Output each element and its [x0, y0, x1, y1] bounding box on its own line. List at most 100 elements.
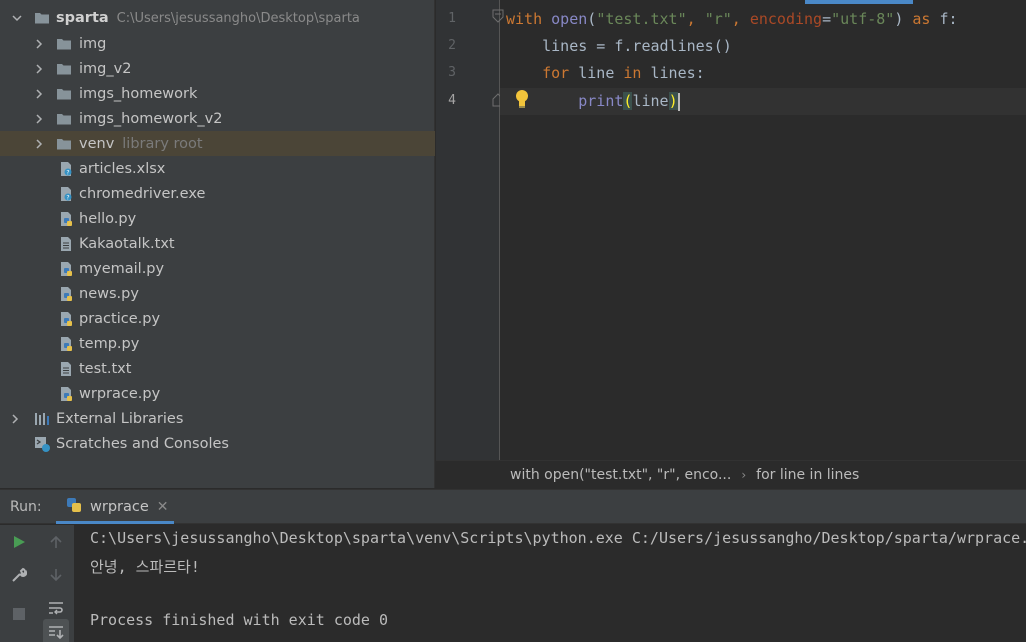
string-literal: "utf-8" [831, 10, 895, 28]
code-text: f: [930, 10, 958, 28]
library-root-hint: library root [122, 135, 203, 152]
tree-folder-label: imgs_homework_v2 [79, 110, 223, 127]
python-file-icon [58, 336, 74, 352]
chevron-right-icon[interactable] [32, 137, 46, 151]
unknown-file-icon: ? [58, 186, 74, 202]
fold-marker-icon[interactable] [492, 9, 504, 27]
tree-file-wrprace[interactable]: wrprace.py [0, 381, 435, 406]
run-header: Run: wrprace ✕ [0, 490, 1026, 524]
comma: , [686, 10, 705, 28]
code-line-1[interactable]: with open("test.txt", "r", encoding="utf… [506, 6, 958, 33]
editor-gutter: 1 2 3 4 [436, 0, 504, 460]
tree-root-path: C:\Users\jesussangho\Desktop\sparta [116, 10, 360, 26]
close-icon[interactable]: ✕ [157, 499, 169, 515]
code-line-2[interactable]: lines = f.readlines() [506, 33, 732, 60]
tree-file-practice[interactable]: practice.py [0, 306, 435, 331]
code-text: line [569, 64, 624, 82]
chevron-right-icon[interactable] [32, 62, 46, 76]
tree-external-libraries-label: External Libraries [56, 410, 184, 427]
param-name: encoding [749, 10, 823, 28]
rerun-icon[interactable] [6, 529, 32, 555]
tree-folder-imgs-homework-v2[interactable]: imgs_homework_v2 [0, 106, 435, 131]
project-tool-window: sparta C:\Users\jesussangho\Desktop\spart… [0, 0, 435, 488]
scratches-icon [34, 436, 50, 452]
scroll-to-end-icon[interactable] [43, 619, 69, 642]
tree-file-label: chromedriver.exe [79, 185, 206, 202]
wrench-icon[interactable] [6, 562, 32, 588]
folder-icon [56, 86, 72, 102]
active-tab-indicator [805, 0, 913, 4]
tree-scratches-consoles[interactable]: Scratches and Consoles [0, 431, 435, 456]
console-line: 안녕, 스파르타! [90, 558, 200, 576]
tree-folder-imgs-homework[interactable]: imgs_homework [0, 81, 435, 106]
tree-folder-img[interactable]: img [0, 31, 435, 56]
tree-file-kakaotalk[interactable]: Kakaotalk.txt [0, 231, 435, 256]
builtin-print: print [578, 92, 624, 110]
python-file-icon [58, 286, 74, 302]
tree-file-articles[interactable]: ? articles.xlsx [0, 156, 435, 181]
code-line-4[interactable]: print(line) [506, 88, 680, 115]
line-number: 1 [448, 11, 456, 26]
tree-file-label: test.txt [79, 360, 132, 377]
chevron-right-icon[interactable] [32, 37, 46, 51]
string-literal: "r" [704, 10, 732, 28]
tree-file-label: wrprace.py [79, 385, 161, 402]
arrow-up-icon[interactable] [43, 529, 69, 555]
line-number: 2 [448, 38, 456, 53]
tree-file-temp[interactable]: temp.py [0, 331, 435, 356]
run-tool-window: Run: wrprace ✕ C:\Users\jesussangho\Desk… [0, 489, 1026, 642]
python-file-icon [58, 311, 74, 327]
tree-root-label: sparta [56, 9, 109, 26]
chevron-right-icon[interactable] [8, 412, 22, 426]
tree-file-label: practice.py [79, 310, 161, 327]
tree-file-label: news.py [79, 285, 139, 302]
python-icon [66, 497, 82, 517]
chevron-right-icon[interactable] [32, 87, 46, 101]
line-number-current: 4 [448, 93, 456, 108]
tree-file-chromedriver[interactable]: ? chromedriver.exe [0, 181, 435, 206]
chevron-right-icon[interactable] [32, 112, 46, 126]
kw-with: with [506, 10, 543, 28]
run-title: Run: [10, 499, 42, 515]
matched-paren: ) [668, 92, 678, 110]
line-number: 3 [448, 65, 456, 80]
stop-icon[interactable] [6, 601, 32, 627]
tree-file-label: Kakaotalk.txt [79, 235, 175, 252]
chevron-right-icon: › [741, 467, 747, 482]
code-text: line [632, 92, 669, 110]
tree-file-label: temp.py [79, 335, 140, 352]
kw-for: for [542, 64, 570, 82]
console-line: Process finished with exit code 0 [90, 611, 389, 629]
tree-folder-label: img [79, 35, 107, 52]
tree-file-myemail[interactable]: myemail.py [0, 256, 435, 281]
tree-file-news[interactable]: news.py [0, 281, 435, 306]
folder-icon [56, 111, 72, 127]
code-text: lines = f.readlines() [542, 37, 732, 55]
comma: , [731, 10, 750, 28]
run-toolbar [0, 525, 74, 642]
tree-file-label: hello.py [79, 210, 137, 227]
soft-wrap-icon[interactable] [43, 595, 69, 621]
chevron-down-icon[interactable] [10, 11, 24, 25]
tree-file-hello[interactable]: hello.py [0, 206, 435, 231]
tree-external-libraries[interactable]: External Libraries [0, 406, 435, 431]
code-line-3[interactable]: for line in lines: [506, 60, 705, 87]
code-editor[interactable]: 1 2 3 4 with open("test.txt", "r", encod… [436, 0, 1026, 460]
breadcrumb-item[interactable]: for line in lines [756, 467, 859, 483]
tree-folder-img-v2[interactable]: img_v2 [0, 56, 435, 81]
text-caret [677, 92, 680, 111]
text-file-icon [58, 361, 74, 377]
run-tab-wrprace[interactable]: wrprace ✕ [56, 490, 174, 524]
kw-in: in [623, 64, 642, 82]
text-file-icon [58, 236, 74, 252]
breadcrumb-item[interactable]: with open("test.txt", "r", enco... [510, 467, 731, 483]
tree-scratches-label: Scratches and Consoles [56, 435, 229, 452]
code-text: lines: [641, 64, 705, 82]
arrow-down-icon[interactable] [43, 562, 69, 588]
tree-folder-venv[interactable]: venv library root [0, 131, 435, 156]
tree-root-sparta[interactable]: sparta C:\Users\jesussangho\Desktop\spart… [0, 5, 435, 30]
tree-file-test[interactable]: test.txt [0, 356, 435, 381]
folder-icon [56, 136, 72, 152]
